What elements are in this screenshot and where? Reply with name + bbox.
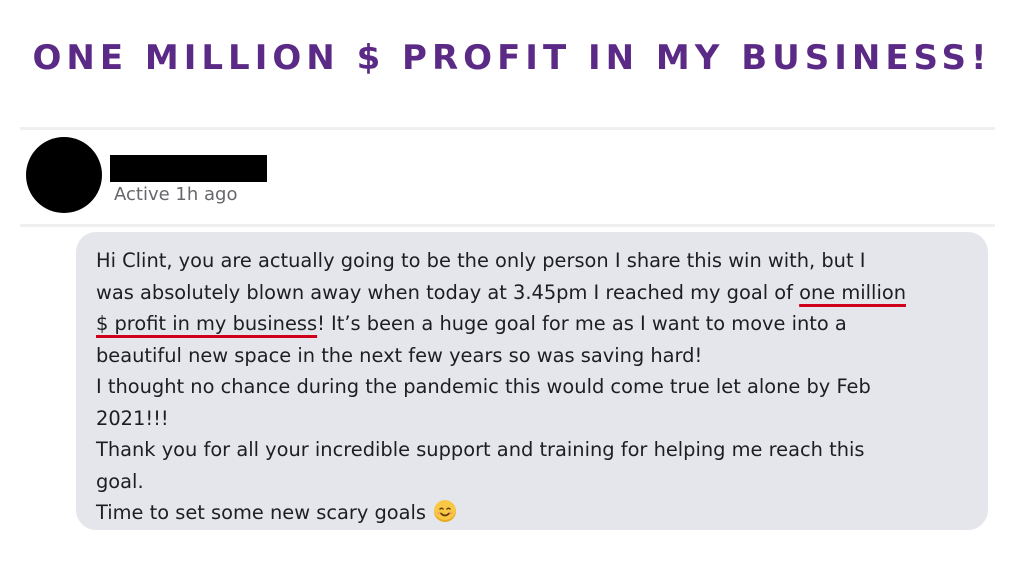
message-line: goal. <box>96 469 144 493</box>
contact-avatar[interactable] <box>26 137 102 213</box>
message-text-segment: Time to set some new scary goals <box>96 501 427 524</box>
contact-active-status: Active 1h ago <box>114 184 238 205</box>
highlighted-phrase-underline: $ profit in my business <box>96 312 318 335</box>
message-line: $ profit in my business! It’s been a hug… <box>96 308 976 340</box>
message-line: beautiful new space in the next few year… <box>96 343 703 367</box>
header-divider-bottom <box>20 224 995 227</box>
page-headline: ONE MILLION $ PROFIT IN MY BUSINESS! <box>32 38 992 78</box>
message-text: Hi Clint, you are actually going to be t… <box>96 245 976 529</box>
smiling-face-emoji-icon <box>434 500 457 522</box>
message-line: Hi Clint, you are actually going to be t… <box>96 249 866 272</box>
header-divider-top <box>20 127 995 130</box>
message-line: 2021!!! <box>96 406 169 430</box>
message-text-segment: ! It’s been a huge goal for me as I want… <box>317 312 847 335</box>
message-line: Thank you for all your incredible suppor… <box>96 438 865 461</box>
contact-name-redacted[interactable] <box>110 155 267 182</box>
highlighted-phrase-underline: one million <box>799 280 906 304</box>
message-line: I thought no chance during the pandemic … <box>96 375 871 398</box>
message-bubble[interactable]: Hi Clint, you are actually going to be t… <box>76 232 988 530</box>
message-line: Time to set some new scary goals <box>96 497 976 529</box>
message-text-segment: was absolutely blown away when today at … <box>96 280 800 304</box>
message-line: was absolutely blown away when today at … <box>96 277 976 309</box>
